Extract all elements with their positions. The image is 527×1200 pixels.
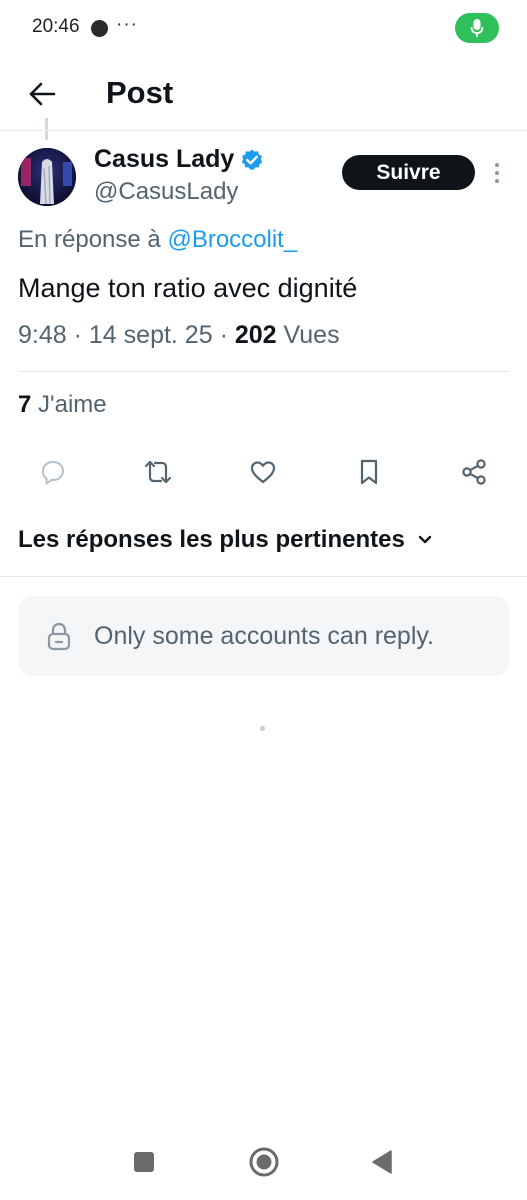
comment-icon bbox=[42, 461, 64, 485]
post-text: Mange ton ratio avec dignité bbox=[18, 273, 358, 303]
status-more-icon: ··· bbox=[116, 14, 138, 35]
post-meta: 9:48 · 14 sept. 25 · 202 Vues bbox=[18, 321, 340, 350]
more-options-icon[interactable] bbox=[486, 158, 508, 188]
loading-indicator bbox=[260, 726, 265, 731]
replies-sort-dropdown[interactable]: Les réponses les plus pertinentes bbox=[18, 526, 433, 554]
chevron-down-icon bbox=[418, 535, 432, 544]
header: Post bbox=[0, 58, 527, 130]
notification-dot-icon bbox=[91, 20, 108, 37]
status-time: 20:46 bbox=[32, 16, 80, 37]
action-bar bbox=[0, 452, 527, 492]
bookmark-button[interactable] bbox=[349, 452, 389, 492]
author-name-row[interactable]: Casus Lady bbox=[94, 145, 264, 174]
follow-button[interactable]: Suivre bbox=[342, 155, 475, 190]
lock-icon bbox=[44, 620, 74, 652]
back-nav-button[interactable] bbox=[362, 1142, 402, 1182]
system-nav-bar bbox=[0, 1130, 527, 1200]
status-bar: 20:46 ··· bbox=[0, 0, 527, 58]
repost-icon bbox=[144, 460, 172, 484]
share-icon bbox=[462, 459, 486, 485]
microphone-icon bbox=[470, 19, 484, 37]
share-button[interactable] bbox=[454, 452, 494, 492]
likes-summary[interactable]: 7 J'aime bbox=[18, 391, 107, 419]
divider bbox=[18, 371, 509, 372]
arrow-left-icon bbox=[29, 82, 56, 106]
post-date[interactable]: 14 sept. 25 bbox=[89, 321, 213, 349]
verified-badge-icon bbox=[242, 149, 263, 170]
page-title: Post bbox=[106, 75, 174, 110]
views-label: Vues bbox=[283, 321, 340, 349]
home-button[interactable] bbox=[244, 1142, 284, 1182]
avatar-image bbox=[18, 148, 76, 206]
avatar[interactable] bbox=[18, 148, 76, 206]
post-time[interactable]: 9:48 bbox=[18, 321, 67, 349]
reply-prefix: En réponse à bbox=[18, 226, 161, 253]
like-button[interactable] bbox=[243, 452, 283, 492]
meta-separator: · bbox=[219, 321, 228, 349]
triangle-back-icon bbox=[372, 1150, 392, 1174]
restriction-text: Only some accounts can reply. bbox=[94, 621, 434, 650]
header-divider bbox=[0, 130, 527, 131]
views-count: 202 bbox=[234, 321, 277, 349]
back-button[interactable] bbox=[22, 74, 62, 114]
author-name: Casus Lady bbox=[94, 145, 235, 173]
reply-restriction-notice: Only some accounts can reply. bbox=[18, 596, 509, 676]
home-circle-icon bbox=[249, 1147, 279, 1177]
heart-icon bbox=[250, 461, 276, 484]
likes-label: J'aime bbox=[38, 391, 107, 418]
thread-line bbox=[45, 118, 48, 140]
likes-count: 7 bbox=[18, 391, 32, 418]
recents-button[interactable] bbox=[124, 1142, 164, 1182]
reply-to-link[interactable]: @Broccolit_ bbox=[167, 226, 297, 253]
meta-separator: · bbox=[73, 321, 82, 349]
reply-button[interactable] bbox=[33, 452, 73, 492]
reply-context: En réponse à @Broccolit_ bbox=[18, 226, 297, 254]
sort-label: Les réponses les plus pertinentes bbox=[18, 526, 405, 553]
divider bbox=[0, 576, 527, 577]
square-icon bbox=[134, 1152, 154, 1172]
repost-button[interactable] bbox=[138, 452, 178, 492]
bookmark-icon bbox=[360, 459, 378, 485]
author-handle[interactable]: @CasusLady bbox=[94, 178, 238, 206]
mic-active-indicator[interactable] bbox=[455, 13, 499, 43]
